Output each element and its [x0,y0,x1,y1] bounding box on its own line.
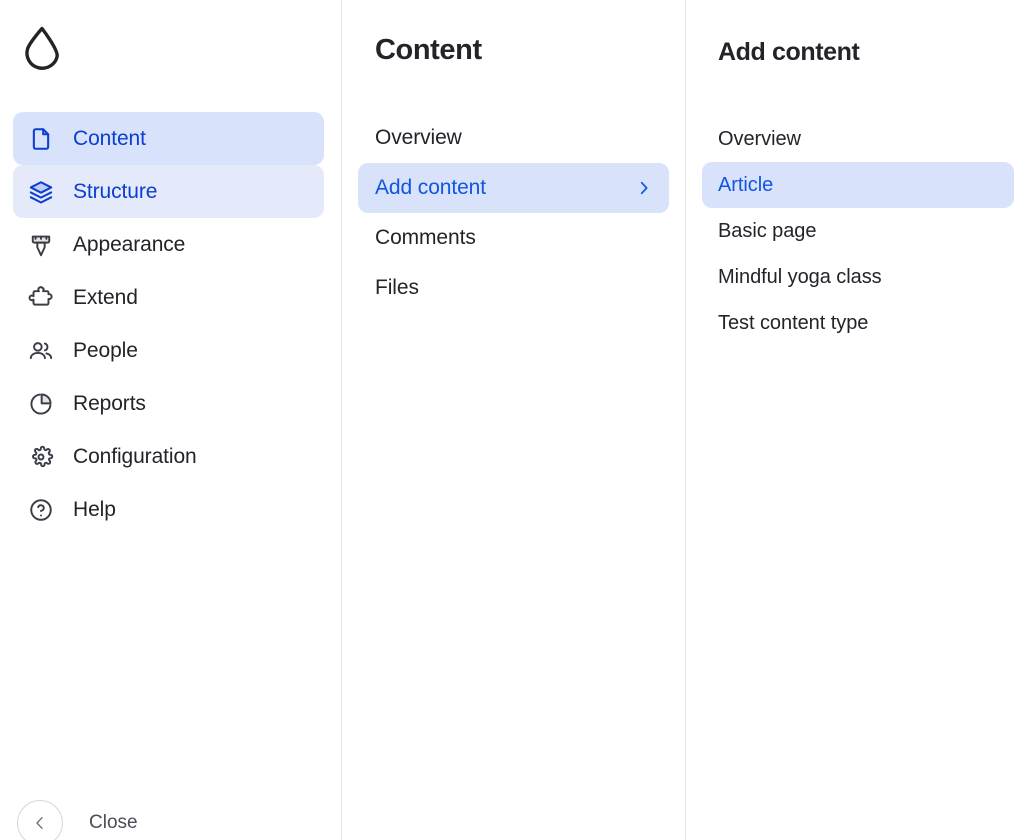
sidebar-item-label: Help [73,498,116,521]
panel-item-label: Overview [718,127,801,150]
panel-item-label: Article [718,173,774,196]
close-button[interactable]: Close [17,800,138,840]
panel-item-test-content-type[interactable]: Test content type [702,300,1014,346]
sidebar-item-label: Extend [73,286,138,309]
panel-item-label: Mindful yoga class [718,265,882,288]
sidebar-item-label: Configuration [73,445,197,468]
sidebar-item-people[interactable]: People [13,324,324,377]
pie-chart-icon [27,390,55,418]
panel-item-label: Basic page [718,219,817,242]
primary-navigation: Content Structure Appearance Extend Peop… [0,112,341,536]
panel-item-add-content[interactable]: Add content [358,163,669,213]
panel-item-label: Add content [375,176,486,199]
panel-item-label: Comments [375,226,476,249]
people-icon [27,337,55,365]
panel-item-label: Test content type [718,311,869,334]
panel-item-mindful-yoga-class[interactable]: Mindful yoga class [702,254,1014,300]
content-panel-list: Overview Add content Comments Files [342,113,685,313]
panel-title-content: Content [375,34,482,66]
panel-title-add-content: Add content [718,38,860,66]
sidebar-item-content[interactable]: Content [13,112,324,165]
sidebar-item-label: People [73,339,138,362]
sidebar-item-label: Structure [73,180,158,203]
drupal-droplet-logo[interactable] [22,26,62,72]
panel-item-overview[interactable]: Overview [358,113,669,163]
question-mark-circle-icon [27,496,55,524]
sidebar-item-extend[interactable]: Extend [13,271,324,324]
sidebar-item-label: Content [73,127,146,150]
paint-brush-icon [27,231,55,259]
main-menu-column: Content Structure Appearance Extend Peop… [0,0,342,840]
chevron-left-icon [17,800,63,840]
gear-icon [27,443,55,471]
sidebar-item-reports[interactable]: Reports [13,377,324,430]
add-content-panel-column: Add content Overview Article Basic page … [686,0,1021,840]
panel-item-basic-page[interactable]: Basic page [702,208,1014,254]
sidebar-item-structure[interactable]: Structure [13,165,324,218]
admin-toolbar: Content Structure Appearance Extend Peop… [0,0,1021,840]
sidebar-item-label: Appearance [73,233,186,256]
chevron-right-icon [636,177,652,199]
panel-item-label: Files [375,276,419,299]
content-panel-column: Content Overview Add content Comments Fi… [342,0,686,840]
panel-item-comments[interactable]: Comments [358,213,669,263]
document-icon [27,125,55,153]
layers-icon [27,178,55,206]
panel-item-article[interactable]: Article [702,162,1014,208]
sidebar-item-configuration[interactable]: Configuration [13,430,324,483]
panel-item-label: Overview [375,126,462,149]
sidebar-item-label: Reports [73,392,146,415]
add-content-panel-list: Overview Article Basic page Mindful yoga… [686,116,1021,346]
sidebar-item-help[interactable]: Help [13,483,324,536]
panel-item-files[interactable]: Files [358,263,669,313]
puzzle-piece-icon [27,284,55,312]
panel-item-overview[interactable]: Overview [702,116,1014,162]
close-button-label: Close [89,812,138,833]
sidebar-item-appearance[interactable]: Appearance [13,218,324,271]
